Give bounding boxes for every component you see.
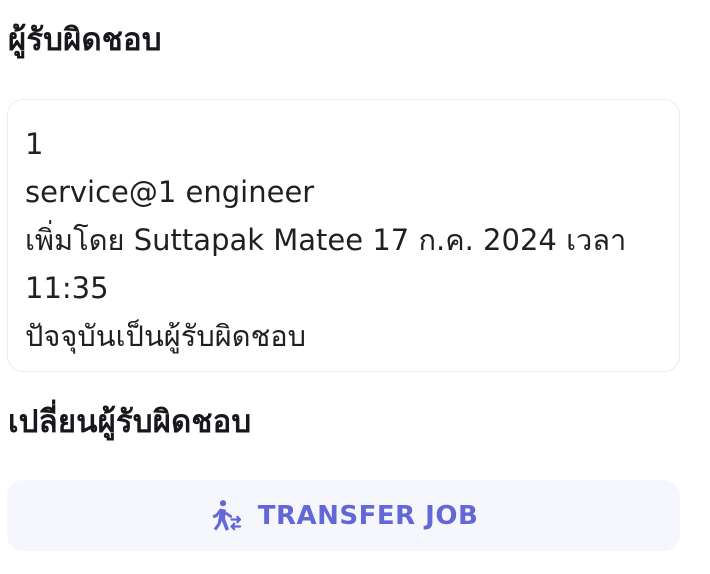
added-by-info: เพิ่มโดย Suttapak Matee 17 ก.ค. 2024 เวล… — [25, 223, 627, 305]
responsible-name: service@1 engineer — [25, 175, 315, 209]
responsible-card: 1 service@1 engineer เพิ่มโดย Suttapak M… — [7, 99, 680, 372]
person-transfer-icon — [209, 498, 244, 533]
transfer-job-label: TRANSFER JOB — [257, 500, 479, 531]
transfer-job-button[interactable]: TRANSFER JOB — [7, 480, 680, 551]
current-status-text: ปัจจุบันเป็นผู้รับผิดชอบ — [25, 319, 307, 353]
responsible-panel: ผู้รับผิดชอบ 1 service@1 engineer เพิ่มโ… — [0, 0, 710, 574]
responsible-id: 1 — [25, 127, 44, 161]
change-responsible-title: เปลี่ยนผู้รับผิดชอบ — [8, 404, 252, 440]
responsible-section-title: ผู้รับผิดชอบ — [8, 22, 162, 58]
